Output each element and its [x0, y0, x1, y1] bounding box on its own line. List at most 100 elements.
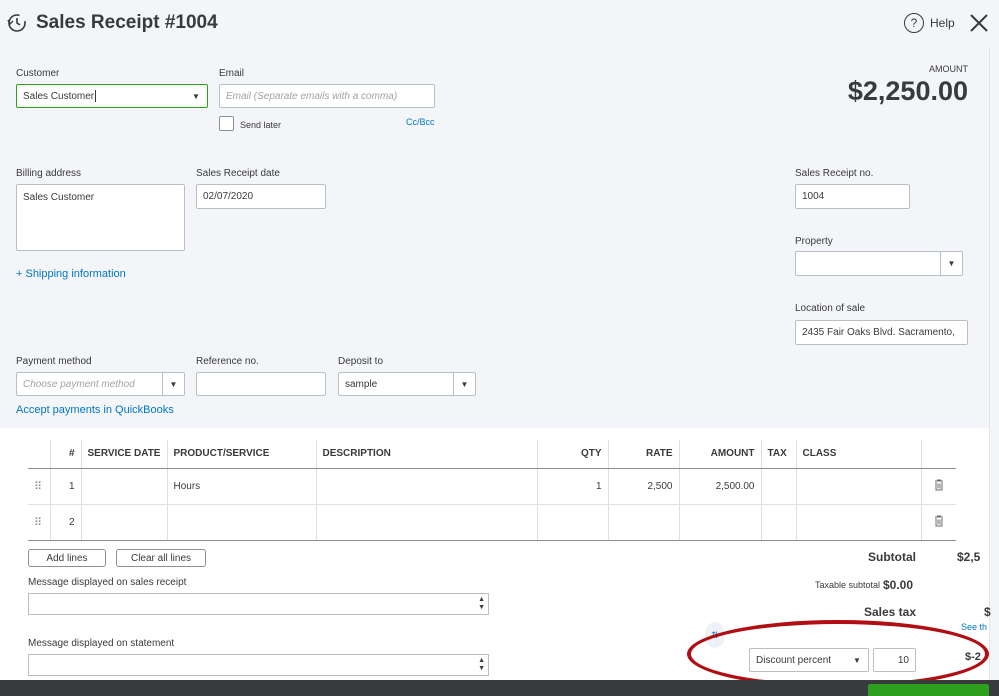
scrollbar[interactable]: [989, 48, 999, 680]
receipt-date-label: Sales Receipt date: [196, 168, 280, 179]
cc-bcc-link[interactable]: Cc/Bcc: [406, 117, 435, 127]
receipt-date-input[interactable]: 02/07/2020: [196, 184, 326, 209]
deposit-to-label: Deposit to: [338, 356, 384, 367]
delete-column-header: [921, 440, 956, 469]
statement-message-input[interactable]: ▲ ▼: [28, 654, 489, 676]
send-later-label: Send later: [240, 120, 282, 130]
payment-method-label: Payment method: [16, 356, 92, 367]
trash-icon[interactable]: [921, 504, 956, 541]
customer-value: Sales Customer: [23, 90, 95, 102]
line-items-table: # SERVICE DATE PRODUCT/SERVICE DESCRIPTI…: [28, 440, 956, 541]
cell-qty[interactable]: 1: [537, 468, 609, 505]
chevron-down-icon[interactable]: ▼: [162, 373, 184, 395]
subtotal-value: $2,5: [957, 550, 981, 564]
cell-product[interactable]: [167, 504, 317, 541]
receipt-no-input[interactable]: 1004: [795, 184, 910, 209]
close-icon[interactable]: [968, 12, 990, 34]
taxable-subtotal-label: Taxable subtotal: [814, 580, 880, 590]
col-header-qty: QTY: [537, 440, 609, 469]
trash-icon[interactable]: [921, 468, 956, 505]
drag-column-header: [28, 440, 51, 469]
billing-address-label: Billing address: [16, 168, 82, 179]
location-input[interactable]: 2435 Fair Oaks Blvd. Sacramento,: [795, 320, 968, 345]
col-header-tax: TAX: [761, 440, 797, 469]
table-row[interactable]: ⠿ 1 Hours 1 2,500 2,500.00: [28, 468, 956, 505]
sales-tax-label: Sales tax: [863, 605, 916, 619]
drag-handle-icon[interactable]: ⠿: [28, 468, 51, 505]
col-header-amount: AMOUNT: [679, 440, 762, 469]
highlight-circle: [687, 620, 989, 688]
drag-handle-icon[interactable]: ⠿: [28, 504, 51, 541]
chevron-down-icon[interactable]: ▼: [453, 373, 475, 395]
billing-address-input[interactable]: Sales Customer: [16, 184, 185, 251]
cell-amount[interactable]: [679, 504, 762, 541]
property-label: Property: [795, 236, 833, 247]
subtotal-label: Subtotal: [868, 550, 916, 564]
cell-num: 1: [50, 468, 82, 505]
customer-select[interactable]: Sales Customer ▼: [16, 84, 208, 108]
clear-all-lines-button[interactable]: Clear all lines: [116, 549, 206, 567]
accept-payments-link[interactable]: Accept payments in QuickBooks: [16, 404, 174, 416]
cell-class[interactable]: [796, 468, 922, 505]
cell-product[interactable]: Hours: [167, 468, 317, 505]
sales-tax-value: $: [984, 605, 991, 619]
cell-tax[interactable]: [761, 468, 797, 505]
col-header-service-date: SERVICE DATE: [81, 440, 168, 469]
cell-rate[interactable]: 2,500: [608, 468, 680, 505]
cell-class[interactable]: [796, 504, 922, 541]
sales-receipt-message-input[interactable]: ▲ ▼: [28, 593, 489, 615]
email-placeholder: Email (Separate emails with a comma): [226, 90, 398, 102]
payment-method-select[interactable]: Choose payment method ▼: [16, 372, 185, 396]
receipt-no-value: 1004: [802, 191, 825, 202]
location-value: 2435 Fair Oaks Blvd. Sacramento,: [802, 327, 955, 338]
billing-address-value: Sales Customer: [23, 192, 95, 203]
cell-tax[interactable]: [761, 504, 797, 541]
help-label[interactable]: Help: [930, 16, 955, 30]
reference-no-label: Reference no.: [196, 356, 259, 367]
footer-bar: [0, 680, 999, 696]
taxable-subtotal-value: $0.00: [883, 578, 914, 592]
col-header-product-service: PRODUCT/SERVICE: [167, 440, 317, 469]
statement-message-label: Message displayed on statement: [28, 638, 175, 649]
cell-amount[interactable]: 2,500.00: [679, 468, 762, 505]
amount-value: $2,250.00: [847, 76, 968, 106]
table-row[interactable]: ⠿ 2: [28, 504, 956, 541]
resize-spinner-icon[interactable]: ▲ ▼: [478, 596, 485, 612]
resize-spinner-icon[interactable]: ▲ ▼: [478, 657, 485, 673]
chevron-down-icon[interactable]: ▼: [185, 85, 207, 107]
col-header-num: #: [50, 440, 82, 469]
save-and-close-button[interactable]: [868, 684, 989, 696]
property-select[interactable]: ▼: [795, 251, 963, 276]
send-later-checkbox[interactable]: [219, 116, 234, 131]
email-label: Email: [219, 68, 245, 79]
reference-no-input[interactable]: [196, 372, 326, 396]
cell-description[interactable]: [316, 468, 538, 505]
shipping-information-link[interactable]: + Shipping information: [16, 268, 126, 280]
deposit-to-select[interactable]: sample ▼: [338, 372, 476, 396]
help-icon[interactable]: ?: [904, 13, 924, 33]
text-cursor: [95, 90, 97, 102]
chevron-down-icon[interactable]: ▼: [940, 252, 962, 275]
receipt-no-label: Sales Receipt no.: [795, 168, 874, 179]
cell-service-date[interactable]: [81, 468, 168, 505]
customer-label: Customer: [16, 68, 60, 79]
cell-service-date[interactable]: [81, 504, 168, 541]
amount-label: AMOUNT: [929, 64, 968, 74]
col-header-description: DESCRIPTION: [316, 440, 538, 469]
cell-rate[interactable]: [608, 504, 680, 541]
history-icon[interactable]: [6, 12, 28, 34]
cell-description[interactable]: [316, 504, 538, 541]
receipt-date-value: 02/07/2020: [203, 191, 254, 202]
see-tax-link[interactable]: See th: [961, 622, 987, 632]
deposit-to-value: sample: [345, 378, 378, 390]
page-title: Sales Receipt #1004: [36, 12, 218, 33]
cell-qty[interactable]: [537, 504, 609, 541]
sales-receipt-message-label: Message displayed on sales receipt: [28, 577, 187, 588]
col-header-class: CLASS: [796, 440, 922, 469]
col-header-rate: RATE: [608, 440, 680, 469]
payment-method-placeholder: Choose payment method: [23, 378, 135, 390]
cell-num: 2: [50, 504, 82, 541]
location-label: Location of sale: [795, 303, 866, 314]
email-input[interactable]: Email (Separate emails with a comma): [219, 84, 435, 108]
add-lines-button[interactable]: Add lines: [28, 549, 106, 567]
